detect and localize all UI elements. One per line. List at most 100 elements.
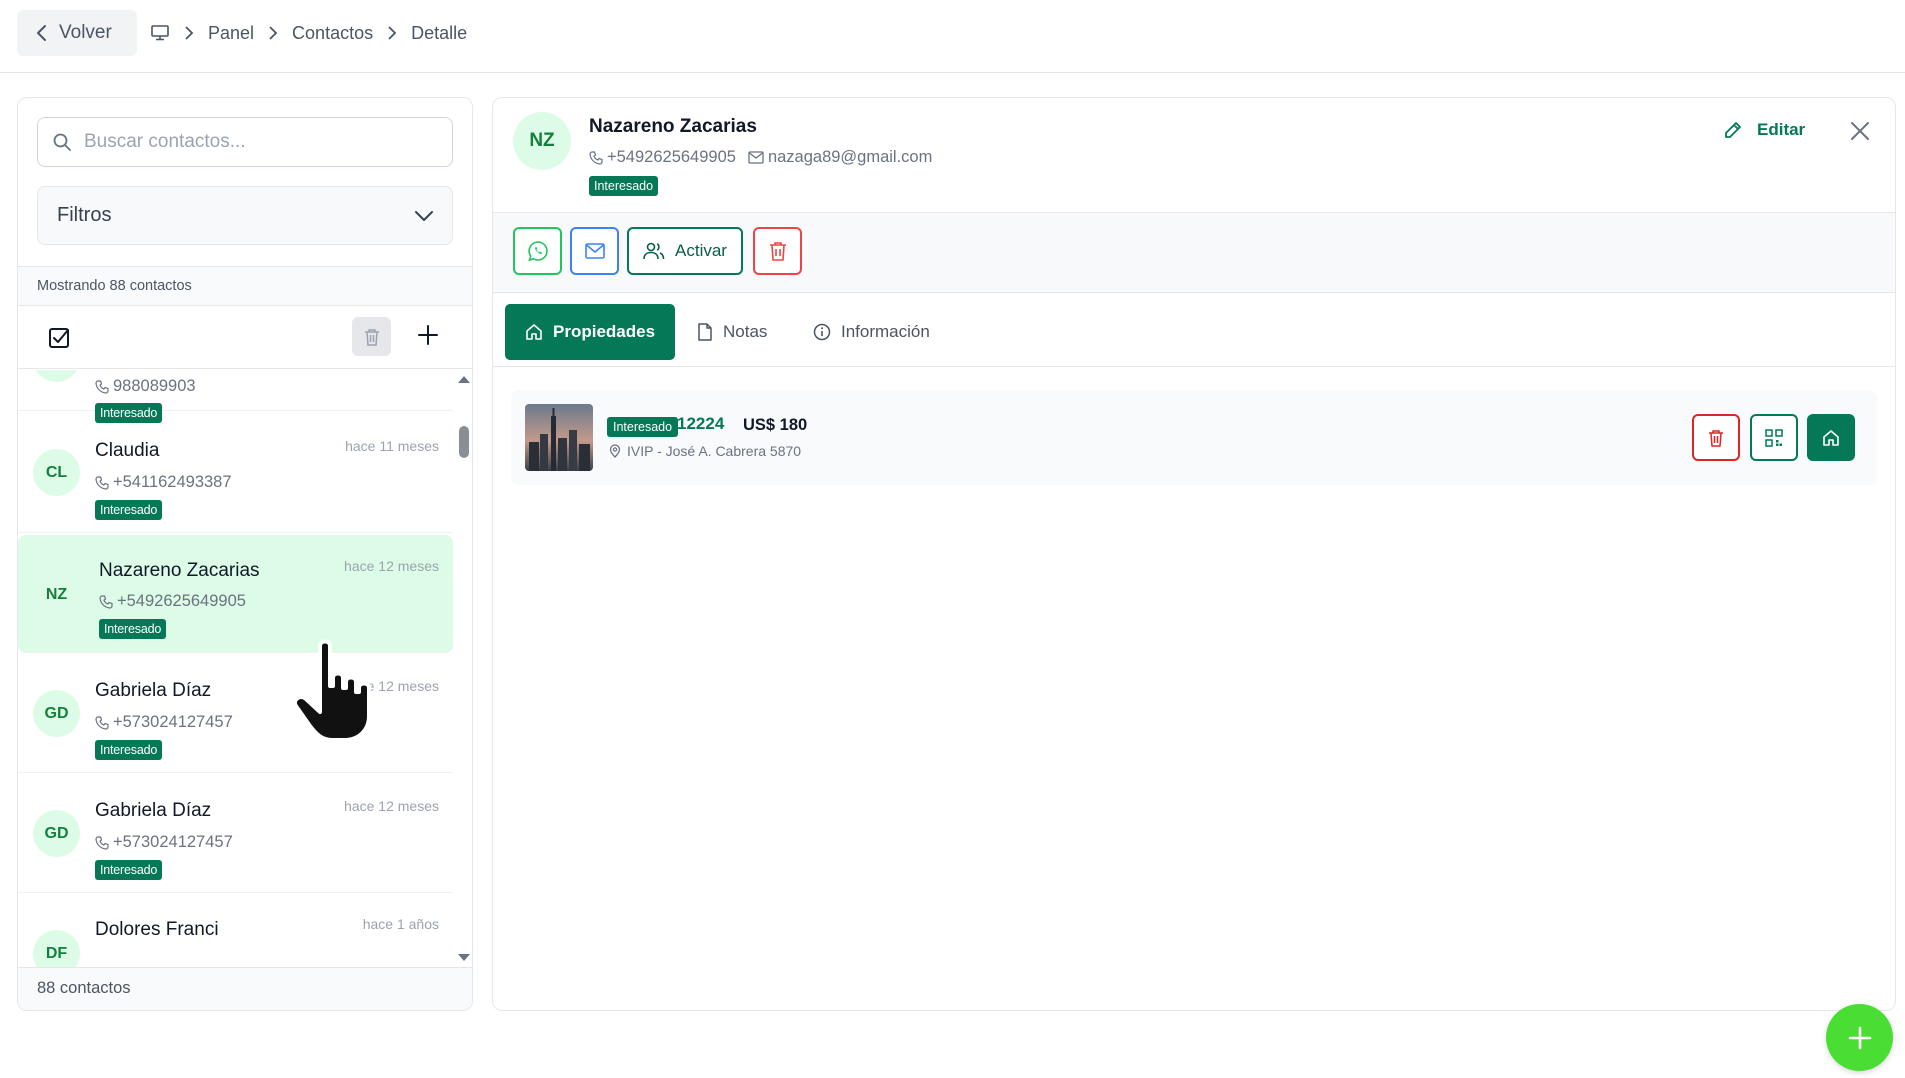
search-icon	[52, 132, 72, 152]
hand-cursor-icon	[290, 638, 386, 749]
back-label: Volver	[59, 22, 112, 43]
list-item[interactable]: DF Dolores Franci hace 1 años	[18, 895, 453, 968]
chevron-right-icon	[184, 26, 194, 40]
contact-time: hace 1 años	[362, 916, 439, 932]
scroll-up-arrow[interactable]	[458, 376, 470, 383]
contacts-footer-count: 88 contactos	[18, 967, 472, 1010]
contact-name: Claudia	[95, 440, 160, 461]
chevron-down-icon	[414, 210, 434, 222]
detail-actions: Activar	[493, 213, 1895, 293]
edit-button[interactable]: Editar	[1723, 120, 1805, 140]
trash-icon	[364, 328, 379, 346]
contact-phone: +573024127457	[95, 833, 233, 852]
tab-notas[interactable]: Notas	[697, 304, 767, 360]
remove-property-button[interactable]	[1692, 414, 1740, 461]
chevron-right-icon	[268, 26, 278, 40]
select-all-icon[interactable]	[47, 326, 71, 355]
list-item[interactable]: AS 988089903 Interesado	[18, 370, 453, 423]
contact-phone: 988089903	[95, 377, 196, 396]
info-icon	[813, 323, 831, 341]
avatar: GD	[33, 690, 80, 737]
map-pin-icon	[609, 444, 621, 458]
trash-icon	[1709, 429, 1723, 447]
contact-name: Dolores Franci	[95, 919, 219, 940]
breadcrumb: Panel Contactos Detalle	[150, 18, 467, 48]
qr-code-icon	[1765, 428, 1783, 447]
tab-propiedades[interactable]: Propiedades	[505, 304, 676, 360]
filters-dropdown[interactable]: Filtros	[37, 186, 453, 245]
list-scrollbar[interactable]	[455, 370, 472, 968]
detail-tabs: Propiedades Notas Información	[493, 293, 1895, 367]
contact-phone: +541162493387	[95, 473, 232, 492]
avatar: AS	[33, 370, 80, 382]
activate-button[interactable]: Activar	[627, 227, 743, 275]
chevron-left-icon	[35, 24, 49, 42]
list-item-selected[interactable]: NZ Nazareno Zacarias hace 12 meses +5492…	[18, 535, 453, 653]
avatar: DF	[33, 930, 80, 968]
phone-icon	[95, 475, 109, 490]
detail-name: Nazareno Zacarias	[589, 116, 757, 137]
phone-icon	[589, 150, 603, 165]
scroll-down-arrow[interactable]	[458, 954, 470, 961]
floating-add-button[interactable]	[1826, 1004, 1893, 1071]
contact-time: hace 12 meses	[344, 558, 439, 574]
home-icon	[526, 324, 542, 340]
view-property-button[interactable]	[1807, 414, 1855, 461]
contact-phone: +5492625649905	[99, 592, 246, 611]
mail-icon	[584, 243, 605, 259]
close-icon[interactable]	[1849, 120, 1871, 147]
phone-icon	[99, 594, 113, 609]
plus-icon	[1848, 1026, 1871, 1049]
detail-header: NZ Nazareno Zacarias +5492625649905 naza…	[493, 98, 1895, 213]
contact-list: AS 988089903 Interesado CL Claudia hace …	[18, 370, 472, 968]
status-badge: Interesado	[95, 500, 163, 520]
mail-icon	[748, 151, 764, 164]
delete-contact-button[interactable]	[753, 227, 802, 275]
avatar: GD	[33, 810, 80, 857]
contact-name: Gabriela Díaz	[95, 680, 212, 701]
avatar: NZ	[45, 585, 68, 603]
scroll-thumb[interactable]	[459, 426, 469, 458]
status-badge: Interesado	[99, 619, 167, 639]
status-badge: Interesado	[589, 176, 659, 196]
chevron-right-icon	[387, 26, 397, 40]
list-item[interactable]: GD Gabriela Díaz hace 12 meses +57302412…	[18, 775, 453, 893]
contact-name: Gabriela Díaz	[95, 800, 212, 821]
breadcrumb-detalle: Detalle	[411, 22, 468, 43]
status-badge: Interesado	[95, 860, 163, 880]
back-button[interactable]: Volver	[17, 10, 137, 56]
property-thumbnail	[525, 404, 593, 471]
list-item[interactable]: CL Claudia hace 11 meses +541162493387 I…	[18, 415, 453, 533]
showing-count: Mostrando 88 contactos	[18, 266, 472, 306]
phone-icon	[95, 715, 109, 730]
search-input[interactable]: Buscar contactos...	[37, 117, 453, 167]
property-code: 12224	[677, 414, 725, 433]
property-address: IVIP - José A. Cabrera 5870	[609, 443, 801, 459]
breadcrumb-panel[interactable]: Panel	[208, 23, 254, 44]
property-card[interactable]: Interesado 12224 US$ 180 IVIP - José A. …	[511, 390, 1877, 485]
whatsapp-button[interactable]	[513, 227, 562, 275]
plus-icon	[418, 325, 438, 345]
file-icon	[698, 323, 712, 341]
monitor-icon[interactable]	[150, 24, 170, 42]
status-badge: Interesado	[95, 740, 163, 760]
property-price: US$ 180	[743, 416, 808, 434]
bulk-delete-button[interactable]	[352, 317, 391, 356]
add-contact-button[interactable]	[416, 323, 440, 352]
contact-time: hace 11 meses	[345, 438, 439, 454]
contact-time: hace 12 meses	[344, 798, 439, 814]
email-button[interactable]	[570, 227, 619, 275]
contacts-panel: Buscar contactos... Filtros Mostrando 88…	[17, 97, 473, 1011]
top-bar: Volver Panel Contactos Detalle	[0, 0, 1905, 73]
contact-detail-panel: NZ Nazareno Zacarias +5492625649905 naza…	[492, 97, 1896, 1011]
contact-name: Nazareno Zacarias	[99, 560, 260, 581]
home-icon	[1823, 429, 1839, 446]
qr-code-button[interactable]	[1750, 414, 1798, 461]
list-item[interactable]: GD Gabriela Díaz hace 12 meses +57302412…	[18, 655, 453, 773]
detail-email: nazaga89@gmail.com	[748, 148, 932, 167]
pencil-icon	[1725, 122, 1741, 138]
detail-phone: +5492625649905	[589, 148, 736, 167]
filters-label: Filtros	[57, 204, 112, 226]
tab-informacion[interactable]: Información	[813, 304, 930, 360]
breadcrumb-contactos[interactable]: Contactos	[292, 23, 373, 44]
